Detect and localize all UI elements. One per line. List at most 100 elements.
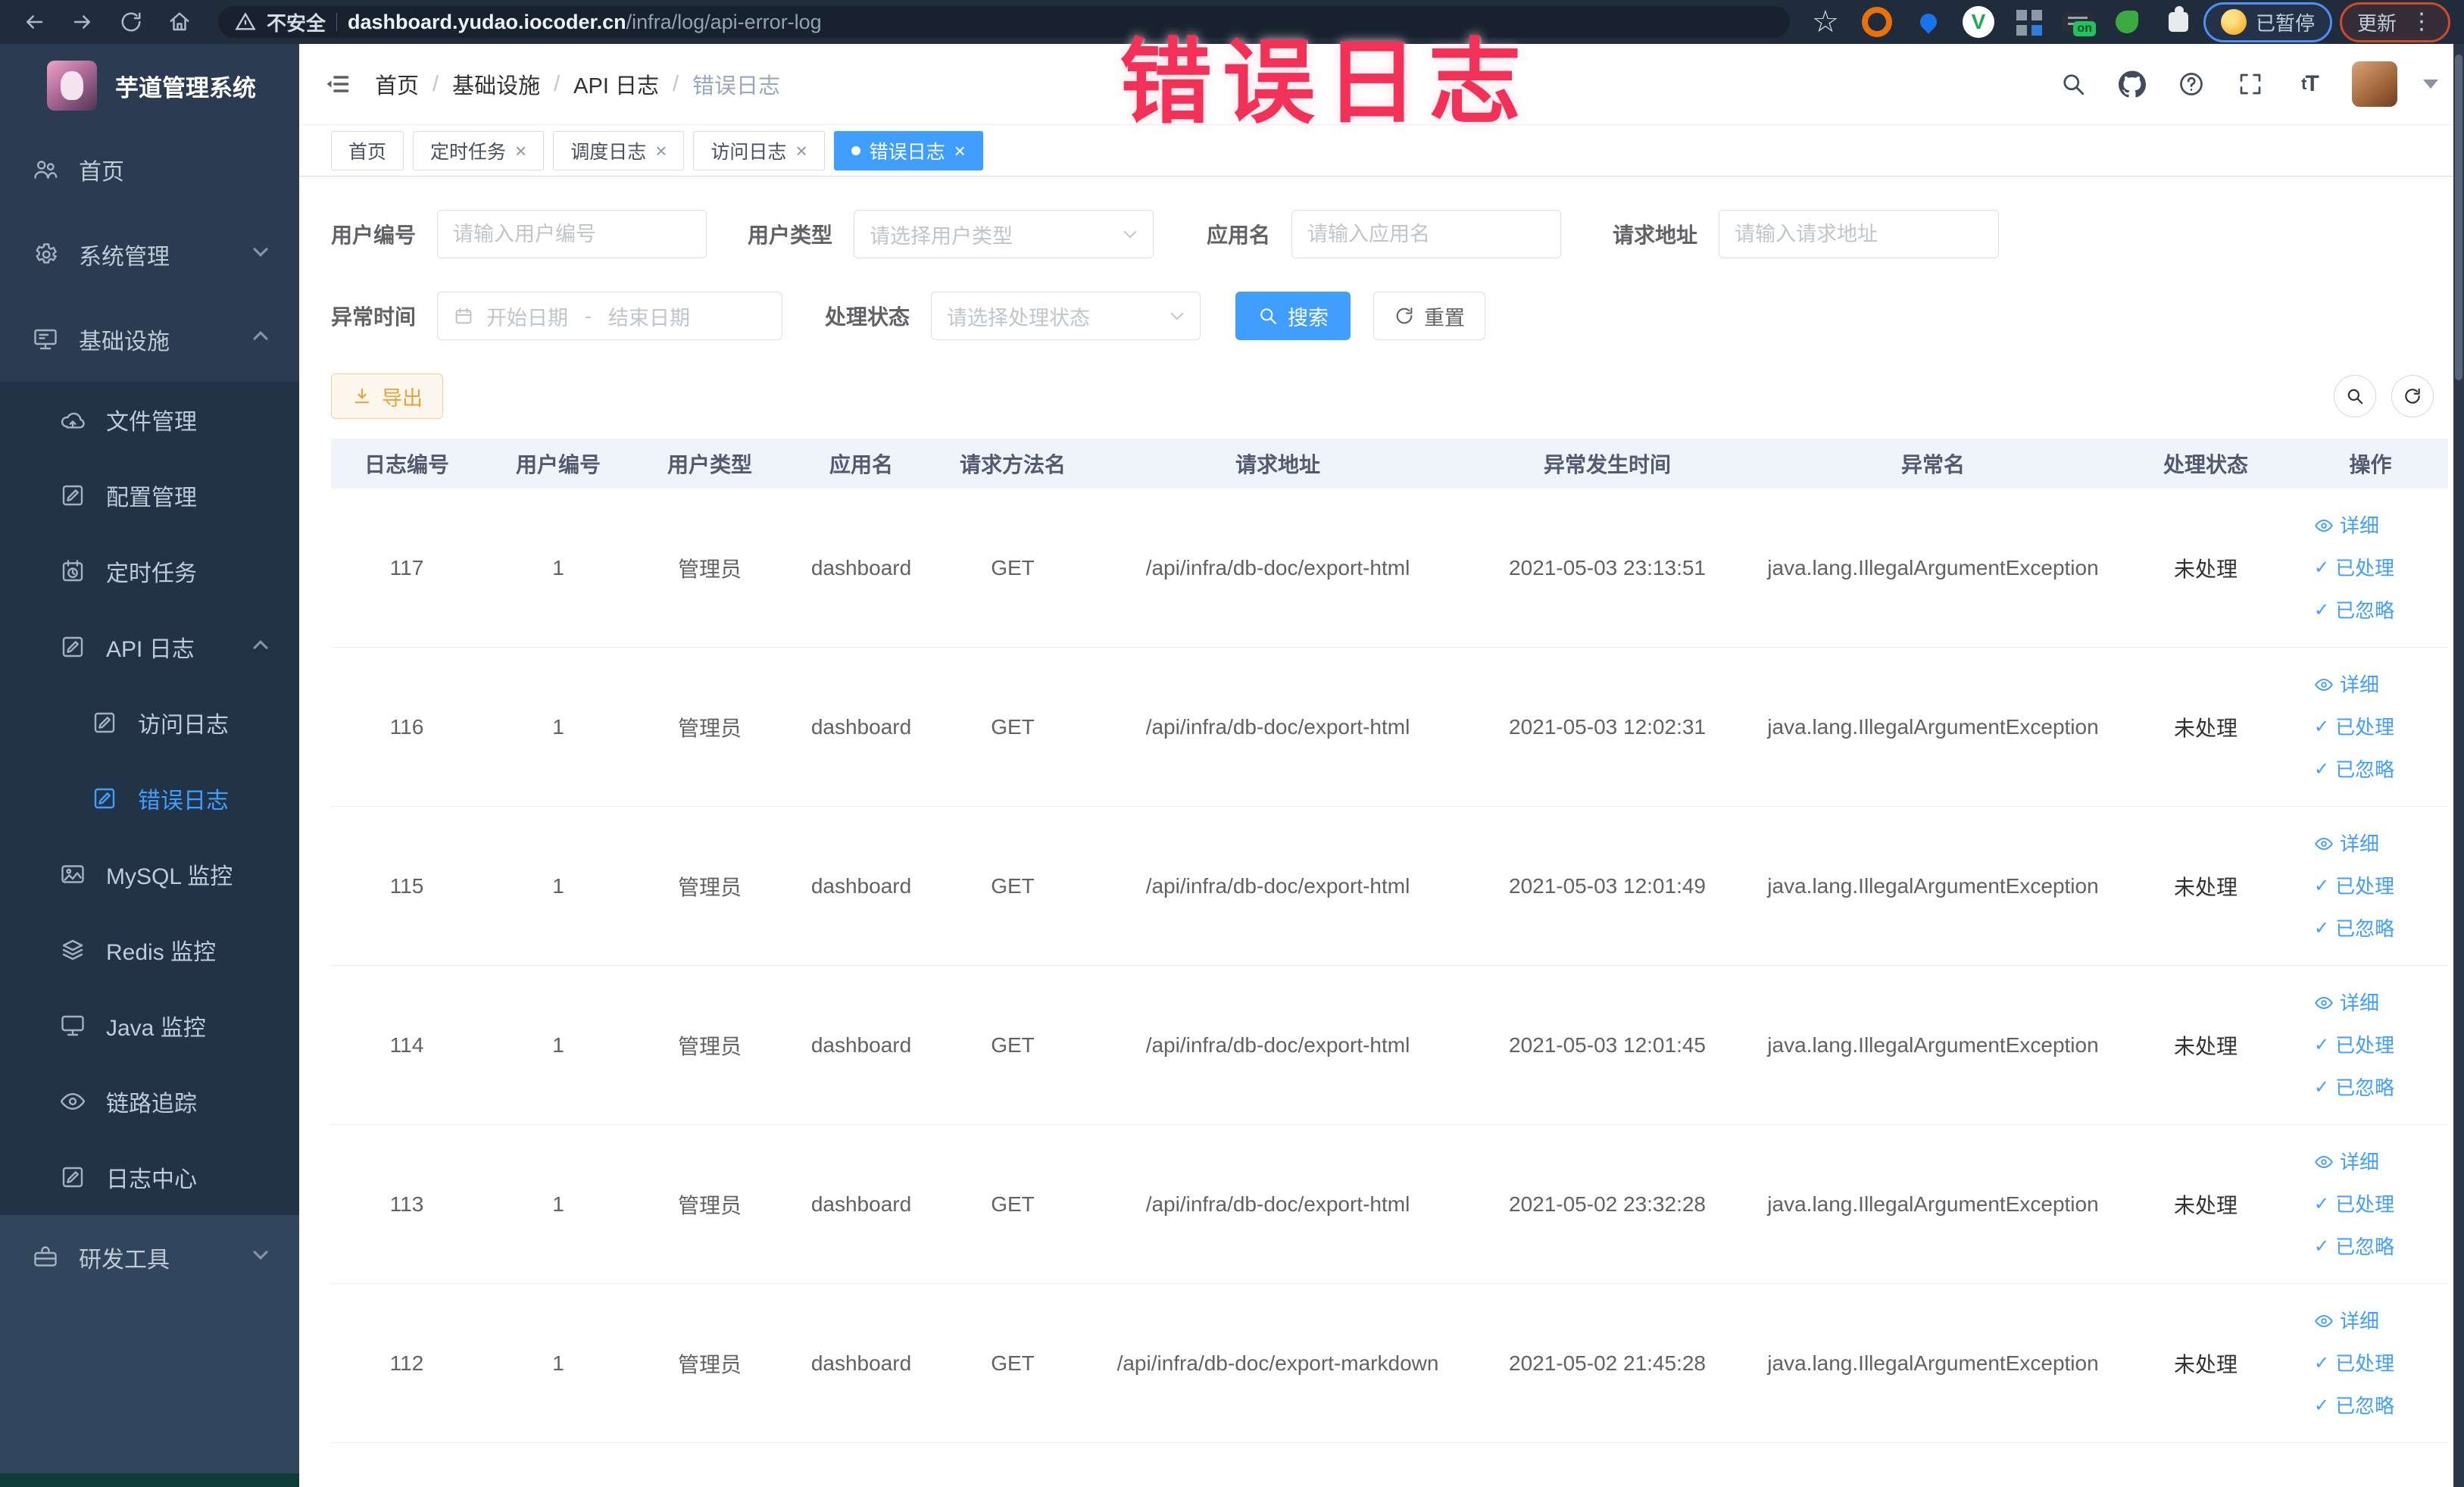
- sidebar-item-基础设施[interactable]: 基础设施: [0, 297, 299, 382]
- breadcrumb-item-API 日志[interactable]: API 日志: [573, 68, 659, 100]
- action-已处理[interactable]: ✓ 已处理: [2314, 550, 2394, 586]
- address-bar[interactable]: 不安全 dashboard.yudao.iocoder.cn/infra/log…: [218, 6, 1790, 38]
- table-row-117: 117 1 管理员 dashboard GET/api/infra/db-doc/exp…: [331, 489, 2448, 648]
- scrollbar-thumb[interactable]: [2455, 55, 2462, 380]
- vmark-extension-icon[interactable]: [1962, 6, 1994, 38]
- app-name-input[interactable]: [1291, 210, 1562, 258]
- grid-extension-icon[interactable]: [2011, 5, 2046, 39]
- action-详细[interactable]: 详细: [2314, 1144, 2379, 1180]
- sidebar: 芋道管理系统 首页系统管理基础设施 文件管理 配置管理 定时任务 API 日志 访问日志…: [0, 44, 299, 1487]
- close-icon[interactable]: ×: [795, 141, 807, 161]
- action-已忽略[interactable]: ✓ 已忽略: [2314, 911, 2394, 947]
- paused-pill[interactable]: 已暂停: [2203, 2, 2332, 42]
- close-icon[interactable]: ×: [515, 141, 526, 161]
- star-extension-icon[interactable]: [1808, 5, 1843, 39]
- download-icon: [351, 386, 373, 407]
- sidebar-item-配置管理[interactable]: 配置管理: [0, 458, 299, 533]
- toggle-search-button[interactable]: [2334, 375, 2376, 417]
- browser-reload-button[interactable]: [111, 5, 151, 39]
- pin-extension-icon[interactable]: [1911, 5, 1946, 39]
- action-已忽略[interactable]: ✓ 已忽略: [2314, 1229, 2394, 1265]
- user-id-input[interactable]: [437, 210, 707, 258]
- cell-user_type: 管理员: [677, 1352, 742, 1376]
- req-url-input[interactable]: [1719, 210, 2000, 258]
- search-button[interactable]: 搜索: [1235, 292, 1351, 340]
- action-已忽略[interactable]: ✓ 已忽略: [2314, 1070, 2394, 1106]
- tab-访问日志[interactable]: 访问日志 ×: [693, 130, 825, 170]
- browser-home-button[interactable]: [159, 5, 200, 39]
- refresh-table-button[interactable]: [2391, 375, 2434, 417]
- action-已处理[interactable]: ✓ 已处理: [2314, 1186, 2394, 1223]
- sidebar-logo-row[interactable]: 芋道管理系统: [0, 44, 299, 127]
- sidebar-item-定时任务[interactable]: 定时任务: [0, 533, 299, 609]
- url-separator: [336, 13, 338, 31]
- action-已忽略[interactable]: ✓ 已忽略: [2314, 751, 2394, 788]
- action-详细[interactable]: 详细: [2314, 667, 2379, 703]
- table-header: 日志编号 用户编号 用户类型 应用名 请求方法名 请求地址 异常发生时间 异常名 处理状态 操作: [331, 439, 2448, 489]
- browser-back-button[interactable]: [14, 5, 55, 39]
- docs-question-icon[interactable]: [2175, 67, 2208, 101]
- orange-extension-icon[interactable]: [1860, 5, 1894, 39]
- browser-forward-button[interactable]: [62, 5, 103, 39]
- sidebar-item-访问日志[interactable]: 访问日志: [0, 685, 299, 761]
- sidebar-item-label: 首页: [79, 160, 124, 185]
- avatar-caret-icon[interactable]: [2423, 80, 2438, 89]
- avatar[interactable]: [2352, 61, 2397, 107]
- sidebar-item-研发工具[interactable]: 研发工具: [0, 1215, 299, 1300]
- action-已处理[interactable]: ✓ 已处理: [2314, 1027, 2394, 1064]
- reset-button[interactable]: 重置: [1373, 292, 1486, 340]
- tab-定时任务[interactable]: 定时任务 ×: [413, 130, 545, 170]
- action-详细[interactable]: 详细: [2314, 826, 2379, 862]
- app-logo: [47, 61, 97, 111]
- action-已处理[interactable]: ✓ 已处理: [2314, 868, 2394, 904]
- onbadge-extension-icon[interactable]: [2062, 12, 2096, 36]
- export-button[interactable]: 导出: [331, 373, 443, 419]
- status-select[interactable]: 请选择处理状态: [931, 292, 1201, 340]
- action-已处理[interactable]: ✓ 已处理: [2314, 1345, 2394, 1382]
- sidebar-item-label: 系统管理: [79, 245, 170, 270]
- sidebar-bottom-strip: [0, 1473, 299, 1487]
- cell-app: dashboard: [810, 1032, 912, 1057]
- user-type-select[interactable]: 请选择用户类型: [854, 210, 1154, 258]
- tab-错误日志[interactable]: 错误日志 ×: [833, 130, 983, 170]
- sidebar-item-API 日志[interactable]: API 日志: [0, 609, 299, 685]
- sidebar-item-MySQL 监控[interactable]: MySQL 监控: [0, 836, 299, 912]
- sidebar-item-Java 监控[interactable]: Java 监控: [0, 988, 299, 1064]
- puzzle-extension-icon[interactable]: [2161, 5, 2196, 39]
- update-button[interactable]: 更新 ⋮: [2339, 2, 2450, 42]
- warning-icon: [235, 11, 256, 33]
- action-详细[interactable]: 详细: [2314, 985, 2379, 1021]
- fullscreen-icon[interactable]: [2234, 67, 2267, 101]
- close-icon[interactable]: ×: [954, 141, 966, 161]
- header-search-icon[interactable]: [2056, 67, 2090, 101]
- leaf-extension-icon[interactable]: [2110, 5, 2144, 39]
- breadcrumb-item-基础设施[interactable]: 基础设施: [452, 68, 540, 100]
- sidebar-item-链路追踪[interactable]: 链路追踪: [0, 1064, 299, 1139]
- check-icon: ✓: [2314, 1236, 2330, 1257]
- font-size-icon[interactable]: ttTT: [2293, 67, 2326, 101]
- tab-首页[interactable]: 首页: [331, 130, 404, 170]
- tab-调度日志[interactable]: 调度日志 ×: [553, 130, 685, 170]
- action-详细[interactable]: 详细: [2314, 1303, 2379, 1339]
- action-已忽略[interactable]: ✓ 已忽略: [2314, 1388, 2394, 1424]
- app-name-label: 应用名: [1207, 223, 1271, 247]
- sidebar-item-首页[interactable]: 首页: [0, 127, 299, 212]
- action-详细[interactable]: 详细: [2314, 508, 2379, 544]
- github-icon[interactable]: [2116, 67, 2149, 101]
- sidebar-item-Redis 监控[interactable]: Redis 监控: [0, 912, 299, 988]
- cell-user_type: 管理员: [677, 875, 742, 899]
- cell-method: GET: [991, 555, 1035, 579]
- sidebar-item-日志中心[interactable]: 日志中心: [0, 1139, 299, 1215]
- action-已处理[interactable]: ✓ 已处理: [2314, 709, 2394, 745]
- scrollbar[interactable]: [2453, 44, 2464, 1487]
- sidebar-item-错误日志[interactable]: 错误日志: [0, 761, 299, 836]
- close-icon[interactable]: ×: [655, 141, 667, 161]
- sidebar-item-系统管理[interactable]: 系统管理: [0, 212, 299, 297]
- time-range-picker[interactable]: 开始日期 - 结束日期: [437, 292, 783, 340]
- sidebar-collapse-button[interactable]: [319, 66, 355, 102]
- cell-time: 2021-05-02 23:32:28: [1509, 1192, 1706, 1216]
- action-已忽略[interactable]: ✓ 已忽略: [2314, 592, 2394, 629]
- sidebar-item-文件管理[interactable]: 文件管理: [0, 382, 299, 458]
- browser-menu-icon[interactable]: ⋮: [2410, 11, 2433, 33]
- breadcrumb-item-首页[interactable]: 首页: [375, 68, 419, 100]
